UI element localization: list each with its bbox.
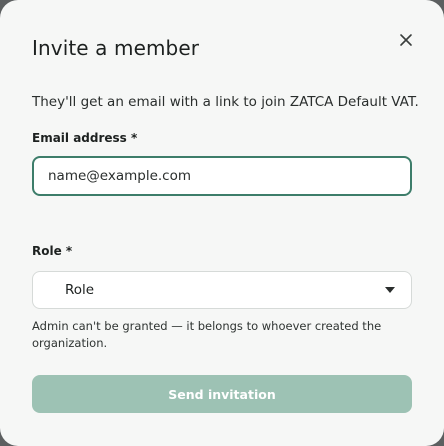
role-label: Role * [32, 244, 73, 258]
close-button[interactable] [396, 30, 416, 50]
email-input[interactable] [32, 156, 412, 196]
send-invitation-button[interactable]: Send invitation [32, 375, 412, 413]
close-icon [400, 34, 412, 46]
invite-member-dialog: Invite a member They'll get an email wit… [0, 0, 444, 446]
dialog-description: They'll get an email with a link to join… [32, 94, 419, 110]
dialog-title: Invite a member [32, 36, 200, 60]
chevron-down-icon [385, 287, 395, 293]
role-hint: Admin can't be granted — it belongs to w… [32, 319, 382, 350]
email-label: Email address * [32, 131, 138, 145]
role-select-value: Role [65, 282, 95, 298]
role-select[interactable]: Role [32, 271, 412, 309]
